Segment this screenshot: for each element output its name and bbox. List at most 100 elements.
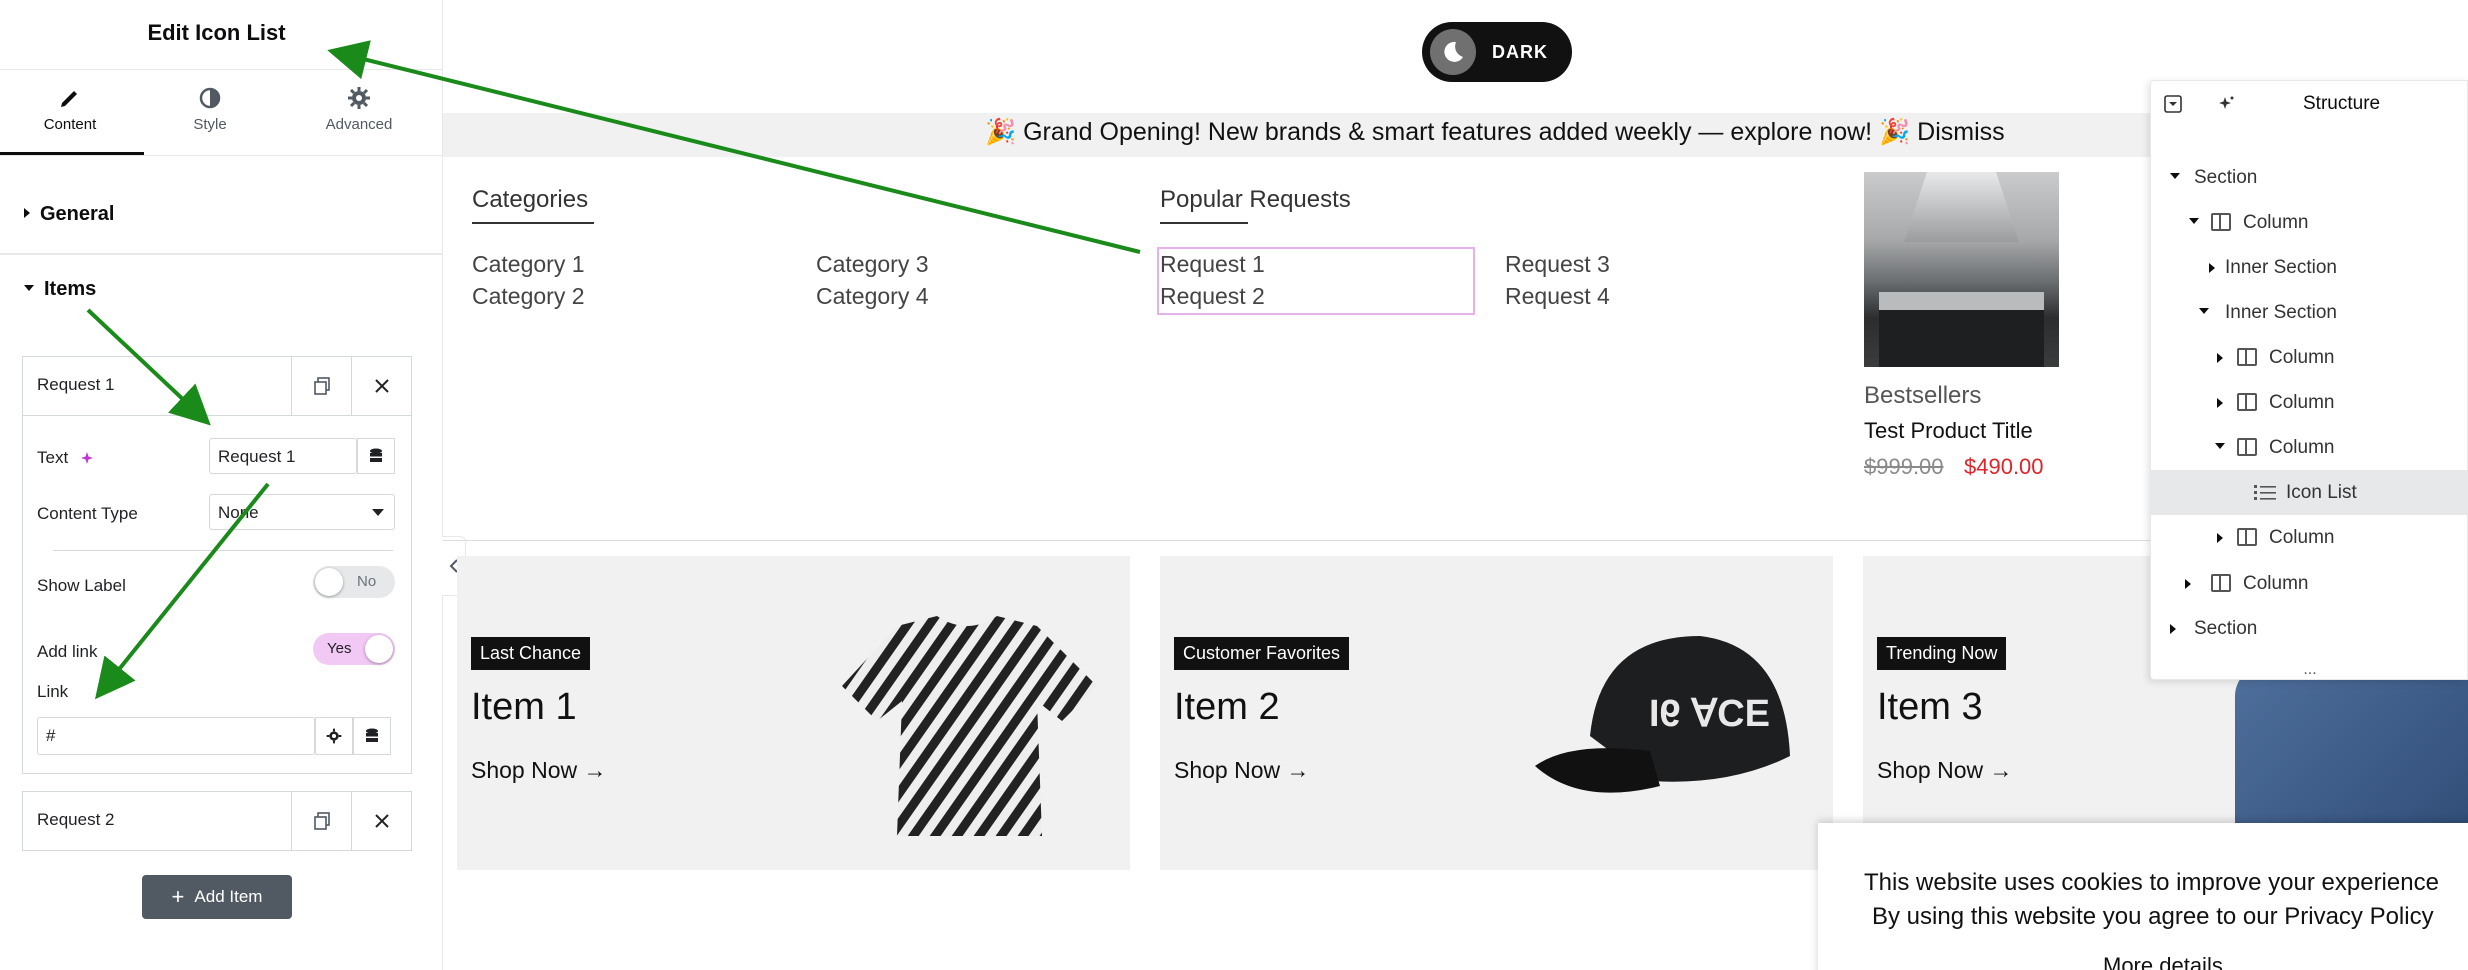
structure-node-column[interactable]: Column <box>2151 425 2468 470</box>
structure-node-column[interactable]: Column <box>2151 335 2468 380</box>
product-image[interactable] <box>1864 172 2059 367</box>
shop-now-link[interactable]: Shop Now → <box>1877 757 2013 784</box>
text-input[interactable]: Request 1 <box>209 438 357 474</box>
content-type-label: Content Type <box>37 504 138 523</box>
tab-style[interactable]: Style <box>140 86 280 133</box>
promo-card-item-2[interactable]: Customer Favorites Item 2 Shop Now → ƎϽ∀… <box>1160 556 1833 870</box>
more-details-link[interactable]: More details <box>2103 953 2223 970</box>
ai-sparkle-icon[interactable] <box>79 451 95 467</box>
category-link[interactable]: Category 3 <box>816 251 929 278</box>
show-label-label: Show Label <box>37 576 126 595</box>
structure-node-column[interactable]: Column <box>2151 380 2468 425</box>
node-label: Column <box>2243 573 2309 594</box>
plus-icon: + <box>171 884 185 909</box>
tab-label: Advanced <box>325 116 393 133</box>
cookie-banner: This website uses cookies to improve you… <box>1818 823 2468 970</box>
structure-node-inner-section[interactable]: Inner Section <box>2151 290 2468 335</box>
category-link[interactable]: Category 2 <box>472 283 585 310</box>
structure-node-section[interactable]: Section <box>2151 155 2468 200</box>
caret-right-icon <box>24 207 30 218</box>
repeater-item-header[interactable]: Request 2 <box>23 792 411 850</box>
request-link[interactable]: Request 3 <box>1505 251 1610 278</box>
promo-badge: Last Chance <box>471 637 591 670</box>
chevron-down-icon <box>372 509 384 516</box>
request-link[interactable]: Request 2 <box>1160 283 1265 310</box>
structure-node-icon-list[interactable]: Icon List <box>2151 470 2468 515</box>
dark-mode-toggle[interactable]: DARK <box>1422 22 1572 82</box>
duplicate-button[interactable] <box>291 357 351 415</box>
promo-title: Item 2 <box>1174 686 1280 728</box>
structure-node-column[interactable]: Column <box>2151 515 2468 560</box>
copy-icon <box>313 377 330 395</box>
add-link-label: Add link <box>37 642 98 661</box>
resize-handle[interactable]: ... <box>2151 661 2468 679</box>
caret-right-icon <box>2217 398 2223 408</box>
caret-right-icon <box>2185 579 2191 589</box>
repeater-item-fields: Text Request 1 Content Type None Show La… <box>23 415 411 775</box>
toggle-knob <box>365 635 393 663</box>
duplicate-button[interactable] <box>291 792 351 850</box>
add-item-button[interactable]: + Add Item <box>142 875 292 919</box>
caret-right-icon <box>2217 353 2223 363</box>
dark-mode-label: DARK <box>1492 41 1548 62</box>
node-label: Column <box>2269 392 2335 413</box>
node-label: Column <box>2269 527 2335 548</box>
moon-icon <box>1430 29 1476 75</box>
structure-header: Structure <box>2151 81 2468 125</box>
structure-node-column[interactable]: Column <box>2151 200 2468 245</box>
add-link-toggle[interactable]: Yes <box>313 633 395 665</box>
section-items[interactable]: Items <box>24 278 96 301</box>
tab-content[interactable]: Content <box>0 86 140 133</box>
content-type-select[interactable]: None <box>209 494 395 530</box>
database-icon <box>370 448 382 462</box>
shop-now-link[interactable]: Shop Now → <box>1174 757 1310 784</box>
node-label: Section <box>2194 167 2258 188</box>
cookie-text: This website uses cookies to improve you… <box>1864 869 2439 896</box>
caret-down-icon <box>2215 443 2225 449</box>
divider <box>0 69 443 70</box>
caret-right-icon <box>2217 533 2223 543</box>
product-title[interactable]: Test Product Title <box>1864 418 2033 444</box>
shop-now-link[interactable]: Shop Now → <box>471 757 607 784</box>
old-price: $999.00 <box>1864 454 1944 479</box>
divider <box>0 155 443 156</box>
tab-label: Content <box>43 116 97 133</box>
column-icon <box>2237 393 2257 411</box>
database-icon <box>366 728 378 742</box>
tab-advanced[interactable]: Advanced <box>289 86 429 133</box>
category-link[interactable]: Category 4 <box>816 283 929 310</box>
structure-node-inner-section[interactable]: Inner Section <box>2151 245 2468 290</box>
node-label: Column <box>2269 437 2335 458</box>
sparkle-icon[interactable] <box>2217 95 2235 113</box>
link-options-button[interactable] <box>315 717 353 755</box>
column-icon <box>2237 528 2257 546</box>
repeater-item-title: Request 1 <box>37 375 115 394</box>
gear-icon <box>348 87 370 109</box>
collapse-panel-icon[interactable] <box>2164 95 2182 113</box>
repeater-item-header[interactable]: Request 1 <box>23 357 411 415</box>
repeater-item-request-1: Request 1 Text Request 1 Content Type No… <box>22 356 412 774</box>
column-icon <box>2237 438 2257 456</box>
link-input[interactable]: # <box>37 717 315 755</box>
request-link[interactable]: Request 1 <box>1160 251 1265 278</box>
promo-card-item-1[interactable]: Last Chance Item 1 Shop Now → <box>457 556 1130 870</box>
remove-button[interactable] <box>351 792 411 850</box>
announcement-text[interactable]: 🎉 Grand Opening! New brands & smart feat… <box>985 118 2005 147</box>
categories-heading: Categories <box>472 186 594 224</box>
structure-node-section[interactable]: Section <box>2151 606 2468 651</box>
promo-badge: Customer Favorites <box>1174 637 1350 670</box>
half-circle-icon <box>199 87 221 109</box>
sale-price: $490.00 <box>1964 454 2044 479</box>
node-label: Icon List <box>2286 482 2357 503</box>
dynamic-tags-button[interactable] <box>357 438 395 474</box>
dynamic-tags-button[interactable] <box>353 717 391 755</box>
repeater-item-title: Request 2 <box>37 810 115 829</box>
structure-node-column[interactable]: Column <box>2151 561 2468 606</box>
section-general[interactable]: General <box>24 203 114 226</box>
remove-button[interactable] <box>351 357 411 415</box>
request-link[interactable]: Request 4 <box>1505 283 1610 310</box>
category-link[interactable]: Category 1 <box>472 251 585 278</box>
show-label-toggle[interactable]: No <box>313 566 395 598</box>
column-icon <box>2211 213 2231 231</box>
caret-down-icon <box>24 284 34 291</box>
